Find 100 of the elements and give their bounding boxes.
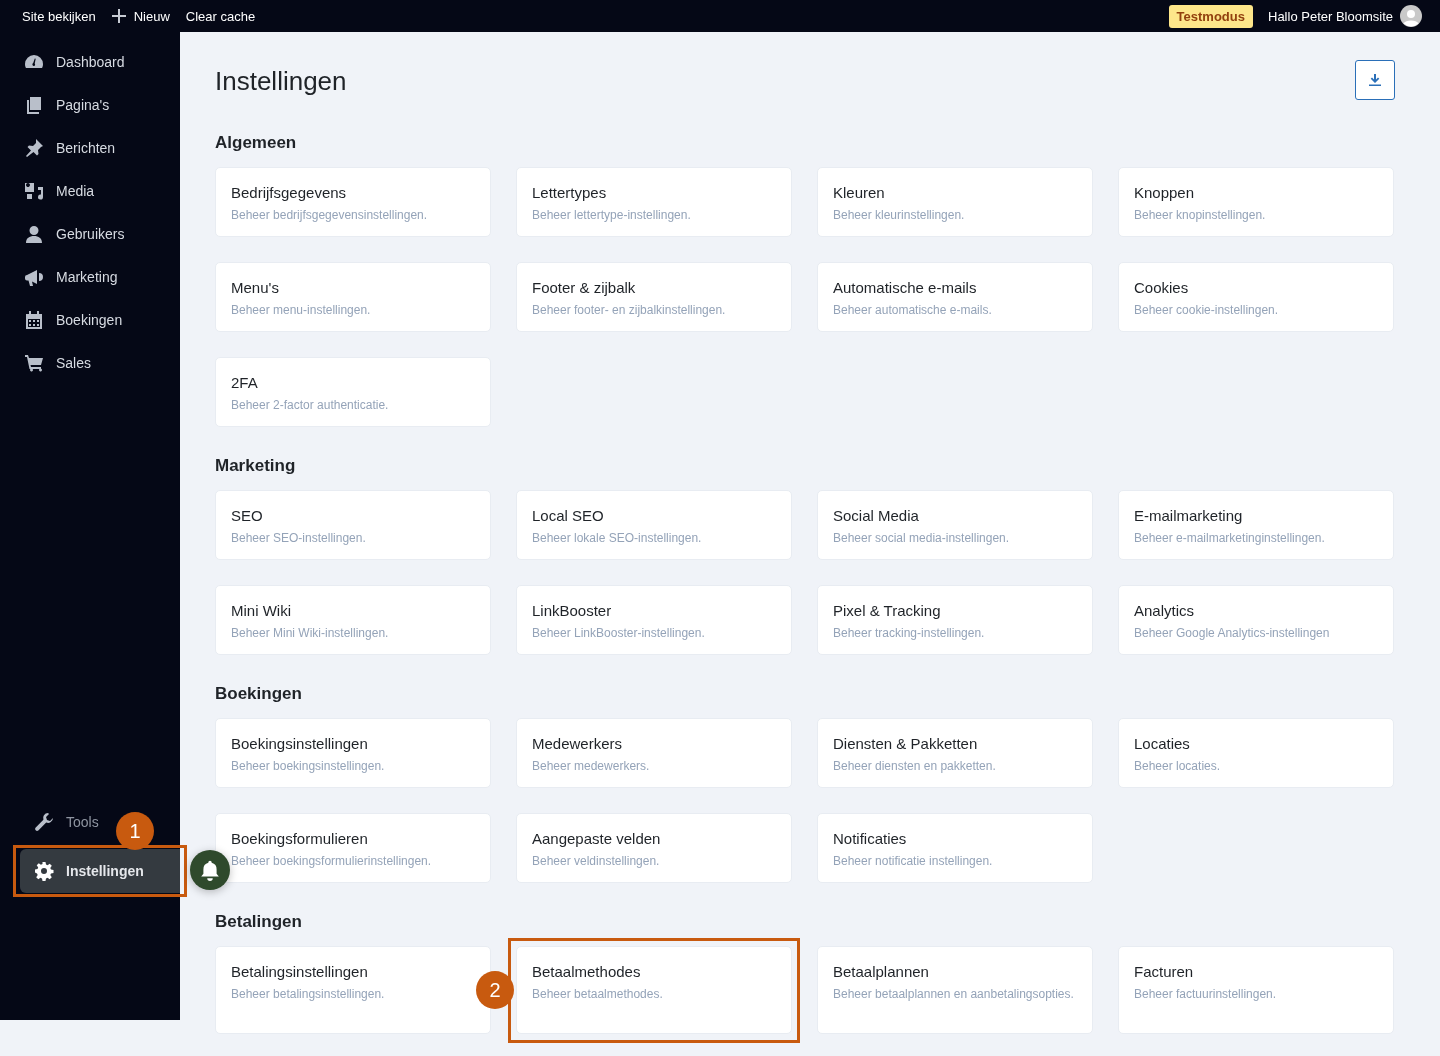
- cart-icon: [24, 352, 44, 373]
- top-bar-link[interactable]: Clear cache: [185, 8, 256, 24]
- top-bar-link[interactable]: Site bekijken: [22, 8, 96, 24]
- card-title: Betaalmethodes: [532, 963, 641, 980]
- card-description: Beheer social media-instellingen.: [833, 530, 1010, 547]
- settings-card[interactable]: Analytics Beheer Google Analytics-instellingen: [1118, 585, 1394, 655]
- card-description: Beheer lettertype-instellingen.: [532, 207, 691, 224]
- card-description: Beheer Google Analytics-instellingen: [1134, 625, 1330, 642]
- settings-card[interactable]: Pixel & Tracking Beheer tracking-instellingen.: [817, 585, 1093, 655]
- card-description: Beheer boekingsformulierinstellingen.: [231, 853, 432, 870]
- card-title: Analytics: [1134, 602, 1195, 619]
- card-description: Beheer notificatie instellingen.: [833, 853, 993, 870]
- card-title: SEO: [231, 507, 263, 524]
- card-title: Lettertypes: [532, 184, 607, 201]
- top-bar-link[interactable]: Nieuw: [111, 8, 170, 24]
- settings-card[interactable]: Bedrijfsgegevens Beheer bedrijfsgegevensinstellingen.: [215, 167, 491, 237]
- settings-card[interactable]: E-mailmarketing Beheer e-mailmarketinginstellingen.: [1118, 490, 1394, 560]
- sidebar-item[interactable]: Sales: [0, 341, 180, 384]
- card-description: Beheer e-mailmarketinginstellingen.: [1134, 530, 1325, 547]
- settings-card[interactable]: Menu's Beheer menu-instellingen.: [215, 262, 491, 332]
- settings-card[interactable]: Betaalmethodes Beheer betaalmethodes.: [516, 946, 792, 1034]
- settings-card[interactable]: Social Media Beheer social media-instellingen.: [817, 490, 1093, 560]
- settings-card[interactable]: Cookies Beheer cookie-instellingen.: [1118, 262, 1394, 332]
- avatar-icon[interactable]: [1400, 5, 1422, 27]
- settings-card[interactable]: Betalingsinstellingen Beheer betalingsinstellingen.: [215, 946, 491, 1034]
- card-description: Beheer Mini Wiki-instellingen.: [231, 625, 389, 642]
- settings-card[interactable]: Automatische e-mails Beheer automatische e-mails.: [817, 262, 1093, 332]
- settings-card[interactable]: Medewerkers Beheer medewerkers.: [516, 718, 792, 788]
- settings-card[interactable]: Facturen Beheer factuurinstellingen.: [1118, 946, 1394, 1034]
- card-title: Aangepaste velden: [532, 830, 661, 847]
- download-icon: [1369, 74, 1381, 86]
- card-title: Cookies: [1134, 279, 1189, 296]
- download-button[interactable]: [1355, 60, 1395, 100]
- notification-button[interactable]: [190, 850, 230, 890]
- card-title: Medewerkers: [532, 735, 623, 752]
- sidebar-item[interactable]: Dashboard: [0, 40, 180, 83]
- card-description: Beheer medewerkers.: [532, 758, 650, 775]
- settings-card[interactable]: Footer & zijbalk Beheer footer- en zijbalkinstellingen.: [516, 262, 792, 332]
- gear-icon: [34, 861, 54, 881]
- test-mode-badge: Testmodus: [1168, 4, 1253, 28]
- card-description: Beheer 2-factor authenticatie.: [231, 397, 389, 414]
- pin-icon: [24, 137, 44, 158]
- sidebar-item[interactable]: Berichten: [0, 126, 180, 169]
- settings-card[interactable]: Lettertypes Beheer lettertype-instellingen.: [516, 167, 792, 237]
- sidebar-item[interactable]: Marketing: [0, 255, 180, 298]
- page-title: Instellingen: [215, 66, 347, 96]
- card-title: Local SEO: [532, 507, 604, 524]
- card-description: Beheer cookie-instellingen.: [1134, 302, 1279, 319]
- card-title: Locaties: [1134, 735, 1190, 752]
- card-description: Beheer SEO-instellingen.: [231, 530, 366, 547]
- settings-card[interactable]: Mini Wiki Beheer Mini Wiki-instellingen.: [215, 585, 491, 655]
- settings-card[interactable]: Locaties Beheer locaties.: [1118, 718, 1394, 788]
- settings-card[interactable]: LinkBooster Beheer LinkBooster-instellingen.: [516, 585, 792, 655]
- card-title: Automatische e-mails: [833, 279, 977, 296]
- settings-card[interactable]: SEO Beheer SEO-instellingen.: [215, 490, 491, 560]
- card-title: Menu's: [231, 279, 279, 296]
- card-title: LinkBooster: [532, 602, 612, 619]
- card-description: Beheer boekingsinstellingen.: [231, 758, 385, 775]
- card-description: Beheer menu-instellingen.: [231, 302, 371, 319]
- pages-icon: [24, 94, 44, 115]
- card-title: Bedrijfsgegevens: [231, 184, 347, 201]
- card-description: Beheer locaties.: [1134, 758, 1221, 775]
- settings-card[interactable]: Kleuren Beheer kleurinstellingen.: [817, 167, 1093, 237]
- card-title: Social Media: [833, 507, 919, 524]
- card-description: Beheer lokale SEO-instellingen.: [532, 530, 702, 547]
- section-heading: Betalingen: [215, 911, 303, 933]
- plus-icon: [111, 9, 126, 23]
- card-title: Betalingsinstellingen: [231, 963, 368, 980]
- settings-card[interactable]: Betaalplannen Beheer betaalplannen en aanbetalingsopties.: [817, 946, 1093, 1034]
- card-title: E-mailmarketing: [1134, 507, 1243, 524]
- settings-card[interactable]: Aangepaste velden Beheer veldinstellingen.: [516, 813, 792, 883]
- sidebar-item[interactable]: Media: [0, 169, 180, 212]
- card-title: 2FA: [231, 374, 258, 391]
- card-title: Pixel & Tracking: [833, 602, 941, 619]
- settings-card[interactable]: 2FA Beheer 2-factor authenticatie.: [215, 357, 491, 427]
- settings-card[interactable]: Diensten & Pakketten Beheer diensten en pakketten.: [817, 718, 1093, 788]
- card-description: Beheer footer- en zijbalkinstellingen.: [532, 302, 726, 319]
- sidebar-item[interactable]: Gebruikers: [0, 212, 180, 255]
- sidebar-item[interactable]: Tools: [0, 800, 103, 843]
- calendar-icon: [24, 309, 44, 330]
- card-title: Boekingsinstellingen: [231, 735, 368, 752]
- card-description: Beheer betaalplannen en aanbetalingsopties.: [833, 986, 1074, 1003]
- bell-icon: [199, 859, 221, 881]
- settings-card[interactable]: Boekingsinstellingen Beheer boekingsinstellingen.: [215, 718, 491, 788]
- person-icon: [24, 223, 44, 244]
- settings-card[interactable]: Knoppen Beheer knopinstellingen.: [1118, 167, 1394, 237]
- settings-card[interactable]: Local SEO Beheer lokale SEO-instellingen.: [516, 490, 792, 560]
- wrench-icon: [34, 811, 54, 832]
- sidebar-item[interactable]: Pagina's: [0, 83, 180, 126]
- card-title: Boekingsformulieren: [231, 830, 368, 847]
- settings-card[interactable]: Notificaties Beheer notificatie instellingen.: [817, 813, 1093, 883]
- card-title: Facturen: [1134, 963, 1194, 980]
- section-heading: Boekingen: [215, 683, 303, 705]
- selected-sidebar-item[interactable]: Instellingen: [20, 849, 180, 893]
- sidebar-item[interactable]: Boekingen: [0, 298, 180, 341]
- settings-card[interactable]: Boekingsformulieren Beheer boekingsformulierinstellingen.: [215, 813, 491, 883]
- section-heading: Marketing: [215, 455, 297, 477]
- step-number-badge: 1: [116, 812, 154, 850]
- card-title: Betaalplannen: [833, 963, 929, 980]
- user-greeting[interactable]: Hallo Peter Bloomsite: [1268, 8, 1393, 24]
